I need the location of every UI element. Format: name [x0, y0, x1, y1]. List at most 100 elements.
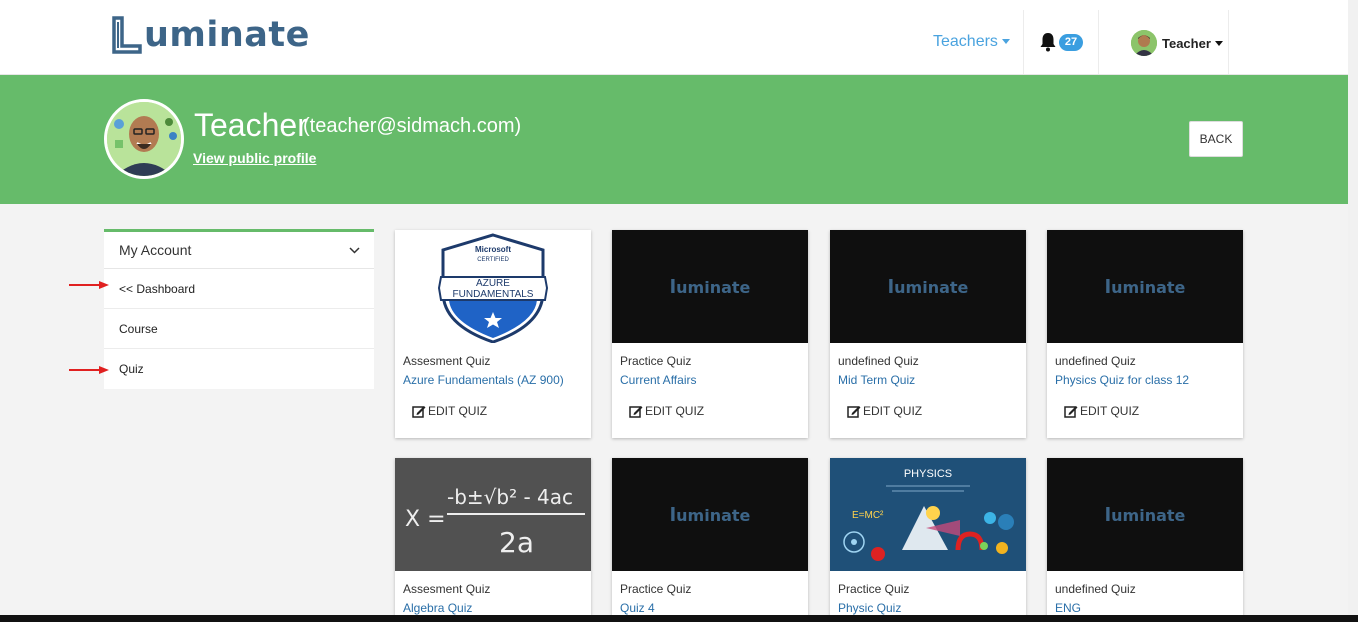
edit-quiz-label: EDIT QUIZ: [645, 404, 705, 418]
edit-quiz-button[interactable]: EDIT QUIZ: [1064, 404, 1139, 418]
my-account-heading: My Account: [119, 242, 192, 258]
teachers-label: Teachers: [933, 33, 998, 50]
bell-icon[interactable]: [1039, 32, 1057, 52]
quiz-card[interactable]: PHYSICS E=MC² Practice Quiz Physic Quiz: [830, 458, 1026, 618]
quiz-card[interactable]: X = -b±√b² - 4ac 2a Assesment Quiz Algeb…: [395, 458, 591, 618]
profile-name: Teacher: [194, 107, 308, 143]
luminate-logo-thumbnail: luminate: [887, 276, 969, 298]
sidebar-item-label: << Dashboard: [119, 281, 196, 296]
azure-badge-top-text: Microsoft: [475, 245, 511, 254]
user-menu-dropdown[interactable]: Teacher: [1131, 30, 1223, 56]
quiz-card[interactable]: luminate Practice Quiz Quiz 4: [612, 458, 808, 618]
luminate-logo[interactable]: uminate: [112, 14, 310, 56]
sidebar-item-label: Quiz: [119, 362, 144, 376]
azure-badge-icon: Microsoft CERTIFIED AZURE FUNDAMENTALS: [437, 233, 549, 343]
quiz-type: Practice Quiz: [620, 582, 692, 596]
nav-divider: [1023, 10, 1024, 74]
red-arrow-annotation-icon: [69, 281, 109, 289]
azure-badge-sub-text: CERTIFIED: [477, 257, 509, 263]
chevron-down-icon: [1001, 39, 1010, 45]
edit-quiz-button[interactable]: EDIT QUIZ: [412, 404, 487, 418]
chalk-numerator-text: -b±√b² - 4ac: [447, 485, 573, 509]
sidebar-item-quiz[interactable]: Quiz: [104, 349, 374, 389]
profile-avatar-icon: [107, 102, 181, 176]
avatar: [1131, 30, 1157, 56]
sidebar-item-label: Course: [119, 321, 158, 336]
edit-quiz-button[interactable]: EDIT QUIZ: [847, 404, 922, 418]
edit-quiz-label: EDIT QUIZ: [1080, 404, 1140, 418]
edit-icon: [629, 405, 643, 418]
physics-formula-text: E=MC²: [852, 510, 884, 521]
quiz-type: undefined Quiz: [838, 354, 919, 368]
profile-avatar: [104, 99, 184, 179]
profile-email: (teacher@sidmach.com): [303, 115, 522, 137]
back-button[interactable]: BACK: [1189, 121, 1243, 157]
edit-icon: [847, 405, 861, 418]
edit-quiz-label: EDIT QUIZ: [428, 404, 488, 418]
view-public-profile-link[interactable]: View public profile: [193, 150, 316, 166]
quiz-thumbnail: luminate: [1047, 458, 1243, 571]
account-sidebar: My Account << Dashboard Course Quiz: [104, 229, 374, 389]
edit-quiz-button[interactable]: EDIT QUIZ: [629, 404, 704, 418]
chalk-x-text: X =: [405, 507, 446, 532]
quiz-type: Practice Quiz: [838, 582, 910, 596]
quiz-card[interactable]: luminate Practice Quiz Current Affairs E…: [612, 230, 808, 438]
quiz-title-link[interactable]: Mid Term Quiz: [838, 373, 915, 387]
quiz-thumbnail: luminate: [612, 458, 808, 571]
quiz-thumbnail: PHYSICS E=MC²: [830, 458, 1026, 571]
top-navbar: uminate Teachers 27 Teacher: [0, 0, 1348, 75]
edit-icon: [1064, 405, 1078, 418]
notification-count-badge[interactable]: 27: [1059, 34, 1083, 51]
edit-quiz-label: EDIT QUIZ: [863, 404, 923, 418]
my-account-toggle[interactable]: My Account: [104, 232, 374, 269]
chevron-down-icon: [1214, 40, 1223, 46]
physics-illustration-icon: PHYSICS E=MC²: [830, 458, 1026, 571]
azure-badge-line1: AZURE: [476, 278, 510, 289]
quiz-title-link[interactable]: Quiz 4: [620, 601, 655, 615]
nav-divider: [1098, 10, 1099, 74]
luminate-logo-thumbnail: luminate: [669, 276, 751, 298]
quiz-title-link[interactable]: Physic Quiz: [838, 601, 901, 615]
quiz-type: Practice Quiz: [620, 354, 692, 368]
luminate-logo-thumbnail: luminate: [669, 504, 751, 526]
quiz-card[interactable]: luminate undefined Quiz Mid Term Quiz ED…: [830, 230, 1026, 438]
chevron-down-icon: [349, 246, 360, 254]
quiz-thumbnail: luminate: [830, 230, 1026, 343]
page-scrollbar[interactable]: [1348, 0, 1358, 615]
quiz-thumbnail: Microsoft CERTIFIED AZURE FUNDAMENTALS: [395, 230, 591, 343]
user-name-label: Teacher: [1162, 35, 1211, 51]
quiz-thumbnail: X = -b±√b² - 4ac 2a: [395, 458, 591, 571]
thumb-logo-text: uminate: [1111, 278, 1186, 297]
quiz-title-link[interactable]: Algebra Quiz: [403, 601, 472, 615]
luminate-logo-thumbnail: luminate: [1104, 276, 1186, 298]
sidebar-item-dashboard[interactable]: << Dashboard: [104, 269, 374, 309]
quiz-type: Assesment Quiz: [403, 582, 491, 596]
quiz-card[interactable]: luminate undefined Quiz Physics Quiz for…: [1047, 230, 1243, 438]
thumb-logo-text: uminate: [676, 278, 751, 297]
logo-text: uminate: [144, 15, 310, 55]
quiz-type: undefined Quiz: [1055, 582, 1136, 596]
profile-banner: Teacher (teacher@sidmach.com) View publi…: [0, 75, 1348, 204]
quiz-type: Assesment Quiz: [403, 354, 491, 368]
quiz-thumbnail: luminate: [612, 230, 808, 343]
quiz-thumbnail: luminate: [1047, 230, 1243, 343]
quiz-title-link[interactable]: Azure Fundamentals (AZ 900): [403, 373, 564, 387]
chalk-denominator-text: 2a: [499, 526, 534, 559]
quiz-type: undefined Quiz: [1055, 354, 1136, 368]
quiz-title-link[interactable]: ENG: [1055, 601, 1081, 615]
sidebar-item-course[interactable]: Course: [104, 309, 374, 349]
quiz-card[interactable]: luminate undefined Quiz ENG: [1047, 458, 1243, 618]
chalkboard-formula-icon: X = -b±√b² - 4ac 2a: [395, 458, 591, 571]
azure-badge-line2: FUNDAMENTALS: [453, 289, 534, 300]
teachers-dropdown[interactable]: Teachers: [933, 33, 1010, 51]
red-arrow-annotation-icon: [69, 366, 109, 374]
thumb-logo-text: uminate: [1111, 506, 1186, 525]
thumb-logo-text: uminate: [676, 506, 751, 525]
edit-icon: [412, 405, 426, 418]
thumb-logo-text: uminate: [894, 278, 969, 297]
quiz-title-link[interactable]: Physics Quiz for class 12: [1055, 373, 1189, 387]
quiz-title-link[interactable]: Current Affairs: [620, 373, 696, 387]
window-bottom-edge: [0, 615, 1358, 622]
nav-divider: [1228, 10, 1229, 74]
quiz-card[interactable]: Microsoft CERTIFIED AZURE FUNDAMENTALS A…: [395, 230, 591, 438]
